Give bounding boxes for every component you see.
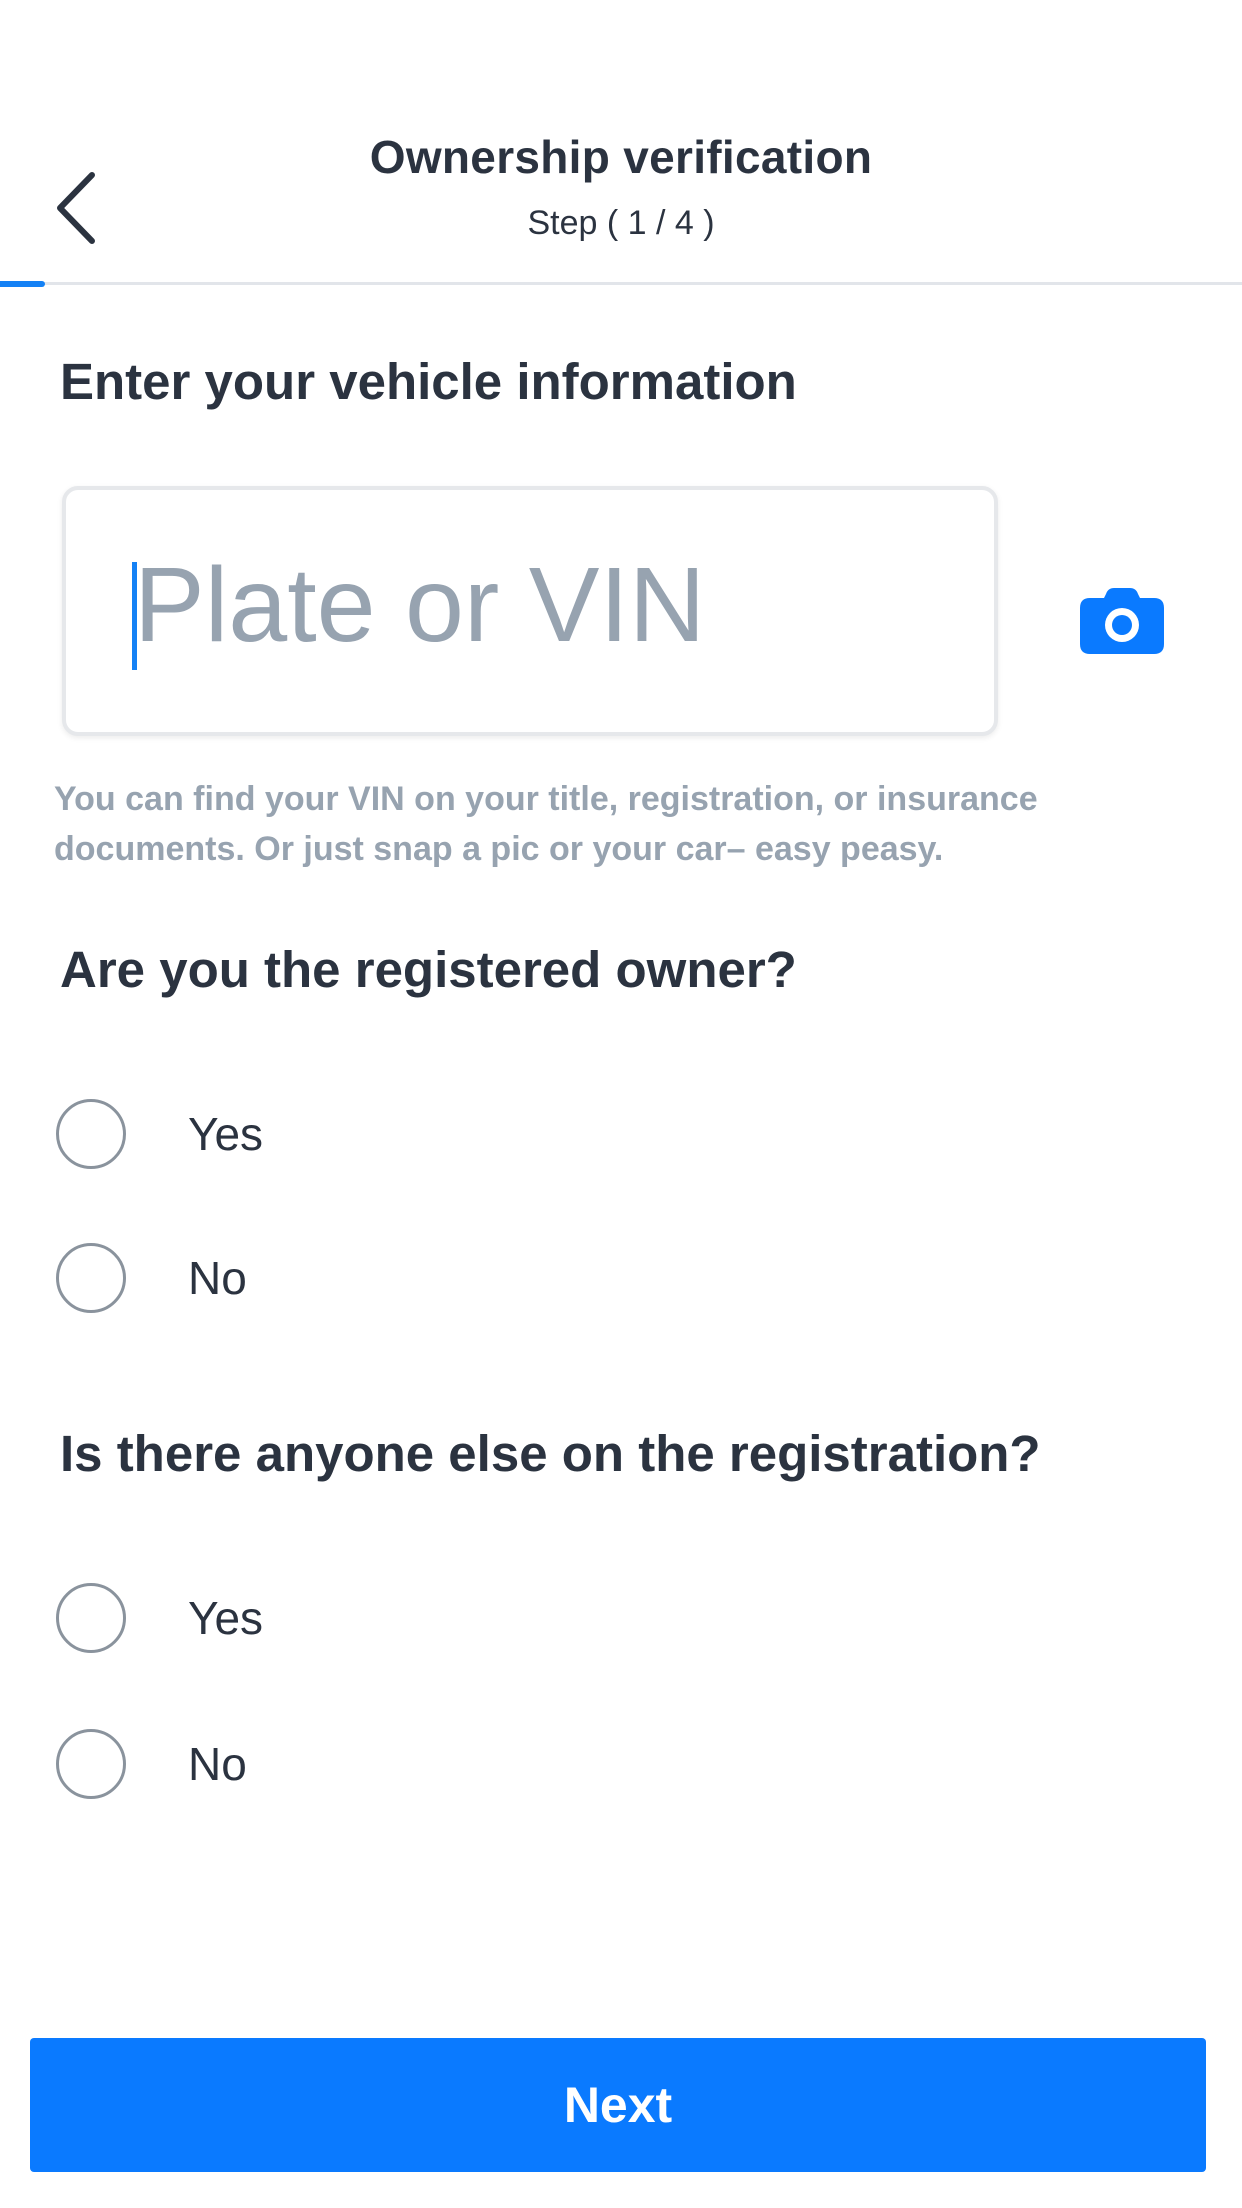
radio-button[interactable] <box>56 1243 126 1313</box>
progress-track <box>0 281 1242 287</box>
progress-fill <box>0 281 45 287</box>
vin-hint-text: You can find your VIN on your title, reg… <box>54 780 1038 868</box>
radio-button[interactable] <box>56 1729 126 1799</box>
header: Ownership verification Step ( 1 / 4 ) <box>0 0 1242 287</box>
radio-label: No <box>188 1738 247 1790</box>
other-registrant-no-option[interactable]: No <box>56 1724 656 1804</box>
registered-owner-question: Are you the registered owner? <box>60 941 797 998</box>
radio-button[interactable] <box>56 1099 126 1169</box>
radio-label: Yes <box>188 1592 264 1644</box>
other-registrant-question: Is there anyone else on the registration… <box>60 1425 1041 1482</box>
radio-label: No <box>188 1252 247 1304</box>
radio-label: Yes <box>188 1108 264 1160</box>
plate-vin-input[interactable] <box>126 530 954 680</box>
next-button[interactable]: Next <box>30 2038 1206 2172</box>
step-indicator: Step ( 1 / 4 ) <box>527 204 715 242</box>
camera-icon <box>1080 588 1164 654</box>
registered-owner-yes-option[interactable]: Yes <box>56 1094 656 1174</box>
radio-button[interactable] <box>56 1583 126 1653</box>
vehicle-section-title: Enter your vehicle information <box>60 353 797 410</box>
other-registrant-yes-option[interactable]: Yes <box>56 1578 656 1658</box>
page-title: Ownership verification <box>369 131 873 183</box>
camera-button[interactable] <box>1080 588 1164 654</box>
plate-vin-field[interactable] <box>62 486 998 736</box>
registered-owner-no-option[interactable]: No <box>56 1238 656 1318</box>
